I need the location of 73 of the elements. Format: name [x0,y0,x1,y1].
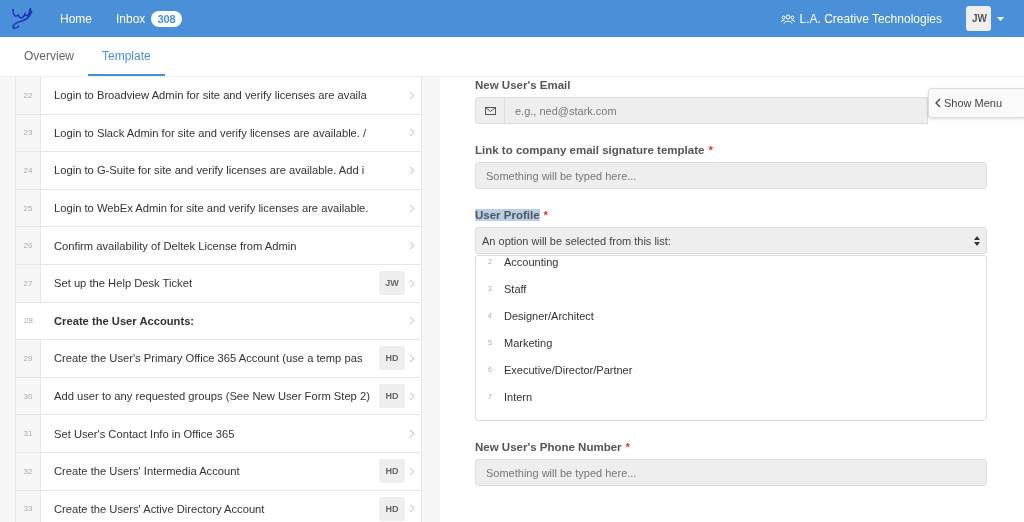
chevron-right-icon [409,241,415,251]
chevron-right-icon [409,166,415,175]
text-field[interactable]: Something will be typed here... [475,162,987,189]
step-text: Create the Users' Intermedia Account [53,465,241,478]
step-row[interactable]: 27 Set up the Help Desk Ticket JW [15,264,422,303]
users-icon [781,13,796,24]
step-row[interactable]: 31 Set User's Contact Info in Office 365 [15,415,422,453]
step-number: 25 [16,189,41,227]
step-row[interactable]: 32 Create the Users' Intermedia Account HD [15,452,422,491]
chevron-left-icon [935,98,941,108]
chevron-right-icon [409,391,415,401]
email-field[interactable]: e.g., ned@stark.com [505,97,928,124]
step-row[interactable]: 29 Create the User's Primary Office 365 Account (use a temp pas HD [15,340,422,378]
assignee-badge: HD [379,459,405,484]
show-menu-button[interactable]: Show Menu [928,88,1024,118]
assignee-badge: HD [379,384,405,409]
step-number: 22 [16,77,41,114]
step-row[interactable]: 22 Login to Broadview Admin for site and verify licenses are availa [15,77,422,115]
tab[interactable]: Overview [10,37,88,76]
chevron-right-icon [409,203,415,213]
assignee-badge: JW [379,271,405,296]
chevron-right-icon [409,278,415,288]
step-number: 23 [16,114,41,152]
step-number: 32 [16,452,41,490]
field-label: New User's Email [475,79,571,91]
chevron-right-icon [409,466,415,476]
step-row[interactable]: 30 Add user to any requested groups (See New User Form Step 2) HD [15,377,422,416]
step-text: Login to Broadview Admin for site and verify licenses are availa [53,89,368,102]
user-avatar[interactable]: JW [966,6,991,31]
caret-icon[interactable] [997,16,1004,21]
step-text: Set up the Help Desk Ticket [53,277,194,290]
required-mark: * [625,441,630,453]
step-row[interactable]: 26 Confirm availability of Deltek License from Admin [15,227,422,265]
chevron-right-icon [409,316,415,326]
step-number: 30 [16,377,41,415]
step-row[interactable]: 25 Login to WebEx Admin for site and verify licenses are available. [15,189,422,228]
step-row[interactable]: 33 Create the Users' Active Directory Account HD [15,490,422,522]
organization-name: L.A. Creative Technologies [799,11,942,26]
step-number: 33 [16,490,41,522]
step-text: Create the User Accounts: [53,314,196,327]
field-label: New User's Phone Number [475,441,622,453]
chevron-right-icon [409,504,415,514]
step-text: Login to Slack Admin for site and verify licenses are available. / [53,126,368,139]
field-label: User Profile [475,209,540,221]
step-row[interactable]: 24 Login to G-Suite for site and verify licenses are available. Add i [15,152,422,190]
select-field[interactable]: An option will be selected from this list: [475,227,987,254]
text-field[interactable]: Something will be typed here... [475,459,987,486]
assignee-badge: HD [379,346,405,371]
step-number: 24 [16,152,41,189]
sort-arrows-icon [974,235,980,246]
step-row[interactable]: 28 Create the User Accounts: [15,302,422,341]
count-badge: 308 [151,10,182,27]
step-text: Create the Users' Active Directory Account [53,502,266,515]
chevron-right-icon [409,353,415,363]
field-label: Link to company email signature template [475,144,705,156]
step-text: Confirm availability of Deltek License from Admin [53,239,298,252]
chevron-right-icon [409,90,415,100]
assignee-badge: HD [379,496,405,521]
step-text: Create the User's Primary Office 365 Account (use a temp pas [53,352,364,365]
chevron-right-icon [409,128,415,138]
step-text: Set User's Contact Info in Office 365 [53,427,236,440]
step-row[interactable]: 23 Login to Slack Admin for site and verify licenses are available. / [15,114,422,153]
step-number: 27 [16,264,41,302]
step-number: 29 [16,340,41,377]
required-mark: * [708,144,713,156]
step-text: Login to WebEx Admin for site and verify licenses are available. [53,202,370,215]
step-text: Login to G-Suite for site and verify licenses are available. Add i [53,164,366,177]
envelope-icon [484,106,496,115]
chevron-right-icon [409,429,415,439]
step-number: 26 [16,227,41,264]
required-mark: * [543,209,549,221]
step-number: 31 [16,415,41,452]
step-text: Add user to any requested groups (See New User Form Step 2) [53,390,371,403]
